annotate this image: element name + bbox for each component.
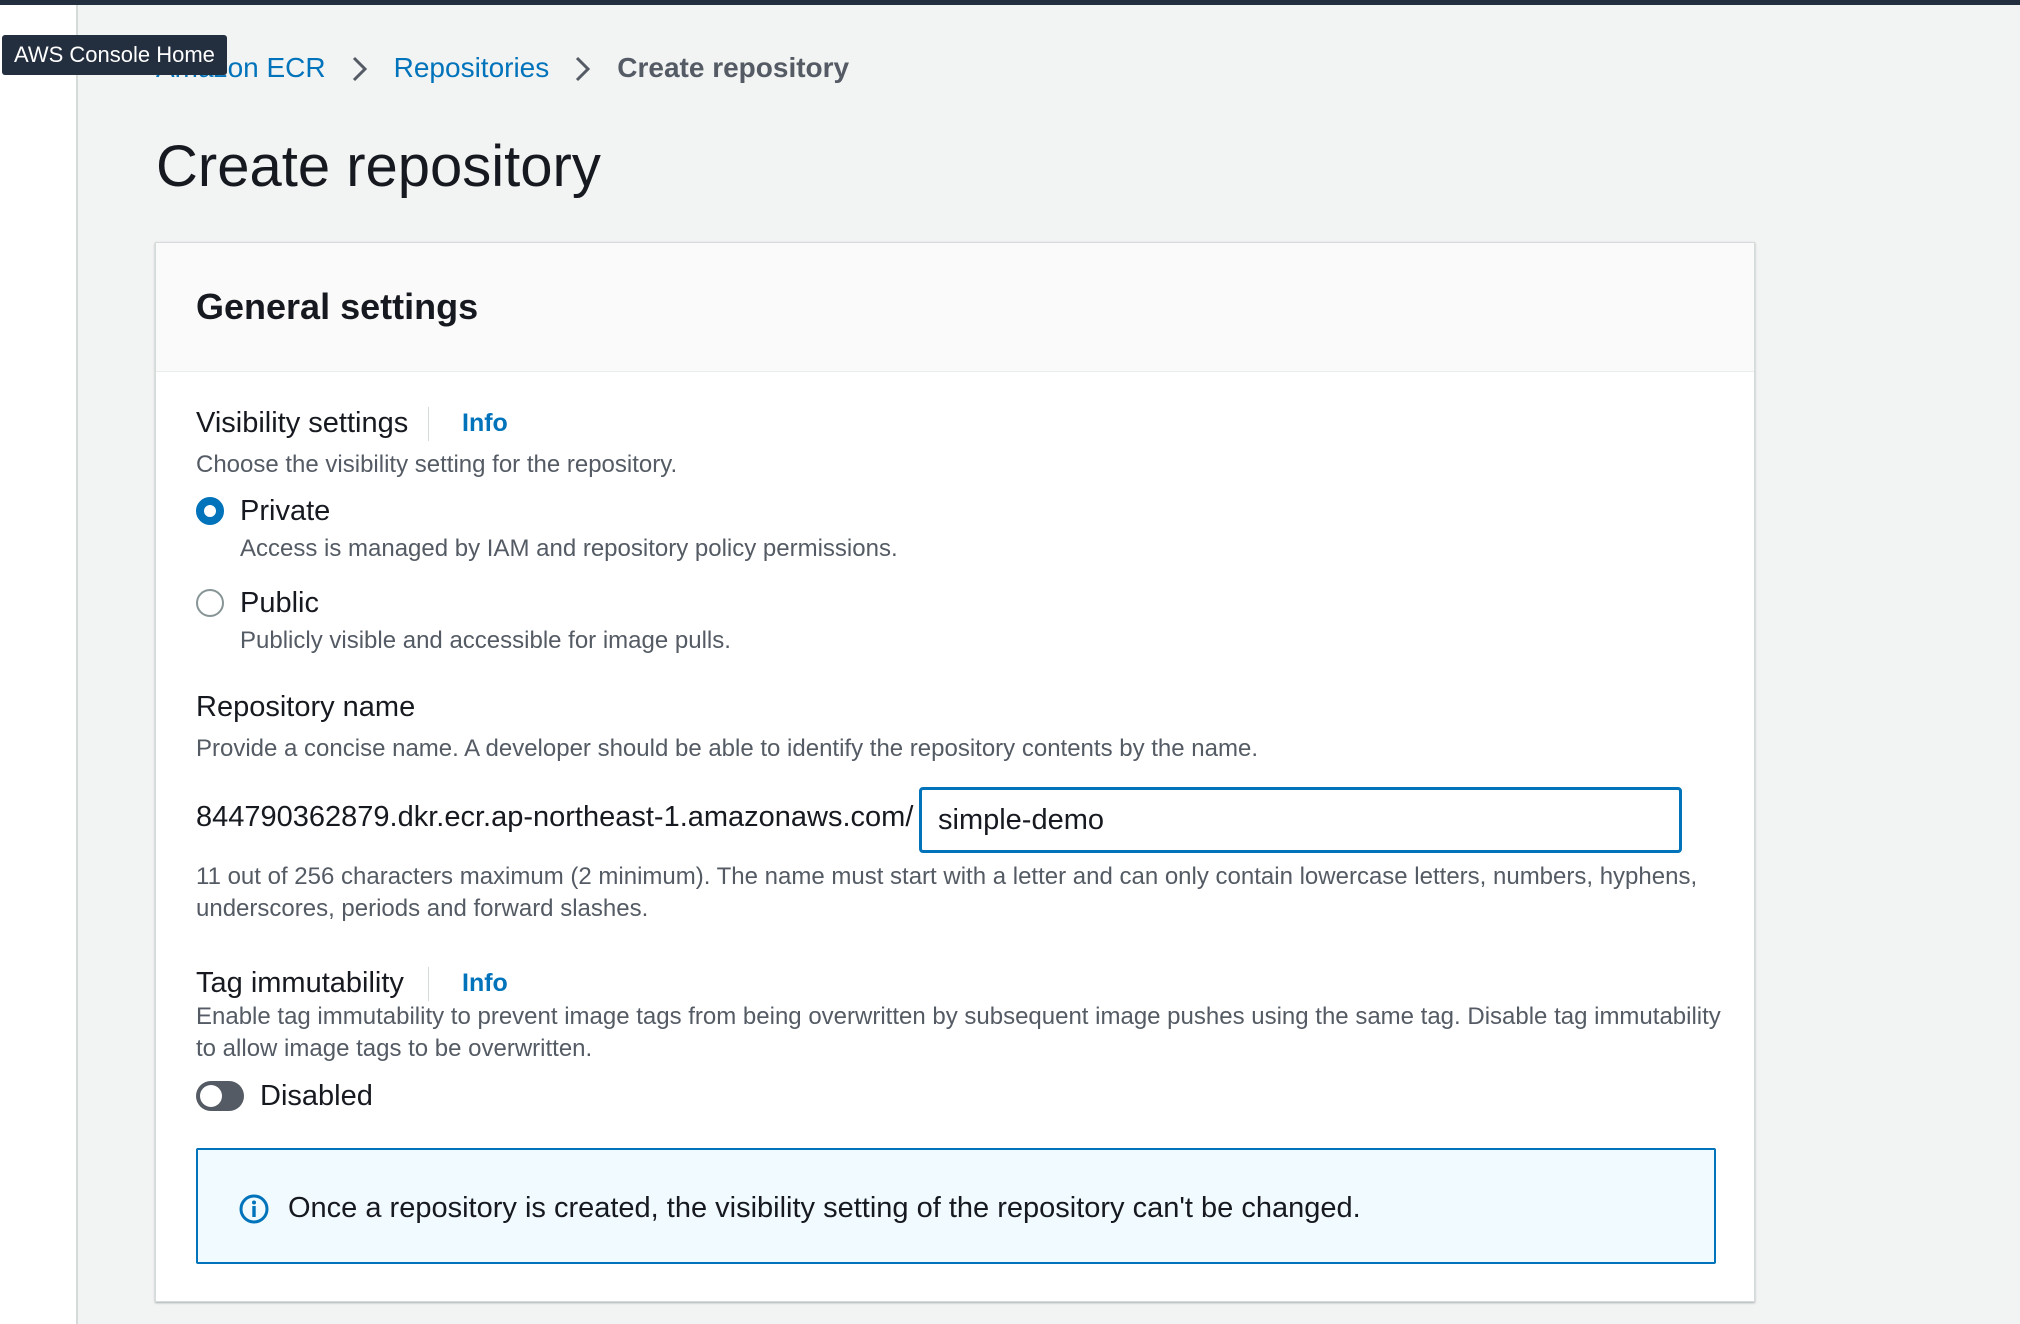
page-title: Create repository bbox=[156, 134, 601, 199]
tag-immutability-toggle[interactable] bbox=[196, 1081, 244, 1111]
panel-header: General settings bbox=[156, 243, 1754, 372]
public-radio[interactable] bbox=[196, 589, 224, 617]
repository-name-description: Provide a concise name. A developer shou… bbox=[196, 735, 1258, 762]
toggle-knob bbox=[200, 1085, 222, 1107]
tag-immutability-info-link[interactable]: Info bbox=[462, 965, 508, 1001]
top-bar bbox=[0, 0, 2020, 5]
visibility-settings-label: Visibility settings bbox=[196, 407, 409, 439]
repository-name-label: Repository name bbox=[196, 691, 416, 723]
visibility-description: Choose the visibility setting for the re… bbox=[196, 451, 678, 478]
left-navigation-rail bbox=[0, 5, 78, 1324]
repository-uri-prefix: 844790362879.dkr.ecr.ap-northeast-1.amaz… bbox=[196, 801, 914, 833]
visibility-info-link[interactable]: Info bbox=[462, 405, 508, 441]
label-divider bbox=[428, 967, 429, 1001]
aws-console-home-tooltip: AWS Console Home bbox=[2, 35, 227, 75]
repository-name-constraint: 11 out of 256 characters maximum (2 mini… bbox=[196, 863, 1698, 922]
private-radio[interactable] bbox=[196, 497, 224, 525]
panel-title: General settings bbox=[196, 286, 479, 327]
info-circle-icon bbox=[238, 1193, 270, 1225]
repository-name-input[interactable] bbox=[919, 787, 1682, 853]
private-description: Access is managed by IAM and repository … bbox=[240, 535, 898, 562]
private-radio-label[interactable]: Private bbox=[240, 493, 330, 529]
public-radio-label[interactable]: Public bbox=[240, 585, 319, 621]
breadcrumb-current: Create repository bbox=[617, 52, 850, 83]
tag-immutability-state-label: Disabled bbox=[260, 1080, 373, 1112]
label-divider bbox=[428, 407, 429, 441]
chevron-right-icon bbox=[563, 52, 603, 85]
visibility-info-alert: Once a repository is created, the visibi… bbox=[196, 1148, 1716, 1264]
public-description: Publicly visible and accessible for imag… bbox=[240, 627, 731, 654]
tag-immutability-description: Enable tag immutability to prevent image… bbox=[196, 1003, 1721, 1062]
breadcrumb-repositories[interactable]: Repositories bbox=[394, 52, 550, 84]
breadcrumb: Amazon ECR Repositories Create repositor… bbox=[156, 48, 849, 88]
alert-message: Once a repository is created, the visibi… bbox=[288, 1192, 1361, 1224]
general-settings-panel: General settings Visibility settings Inf… bbox=[155, 242, 1755, 1302]
tag-immutability-label: Tag immutability bbox=[196, 967, 404, 999]
chevron-right-icon bbox=[340, 52, 380, 85]
